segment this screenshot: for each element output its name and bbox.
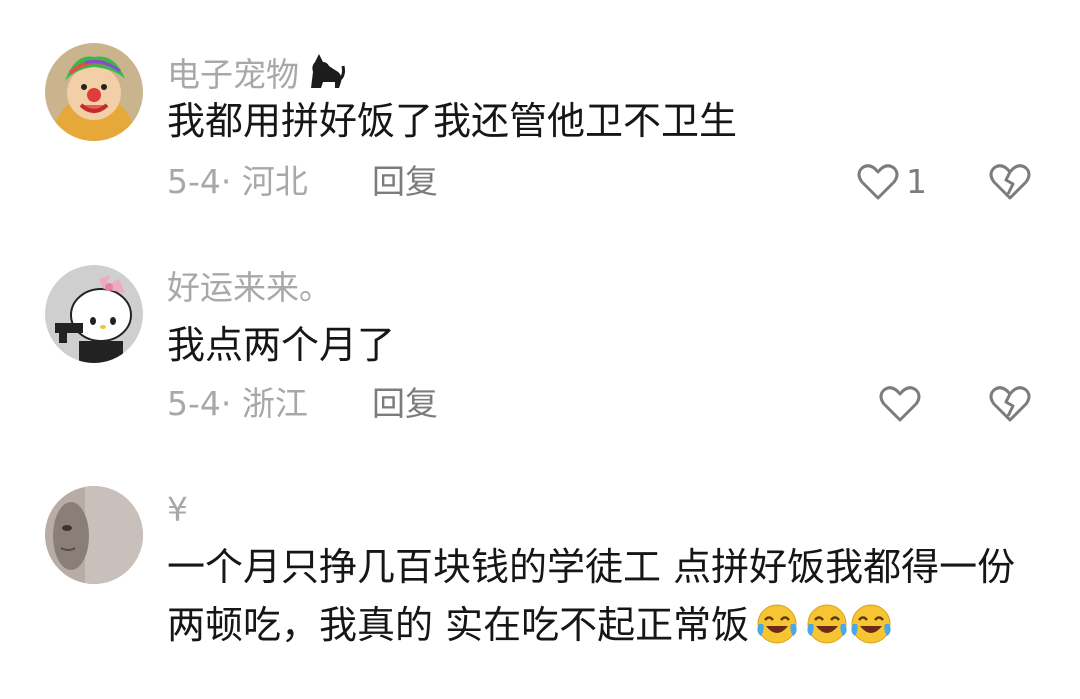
- username[interactable]: 好运来来。: [167, 268, 332, 308]
- reply-button[interactable]: 回复: [372, 162, 438, 202]
- broken-heart-icon[interactable]: [988, 160, 1032, 204]
- username[interactable]: 电子宠物: [167, 48, 347, 95]
- broken-heart-icon[interactable]: [988, 382, 1032, 426]
- heart-icon[interactable]: [878, 382, 922, 426]
- laughing-crying-icon: [807, 604, 847, 644]
- username[interactable]: ¥: [167, 490, 188, 530]
- username-text: 电子宠物: [167, 55, 299, 94]
- date-location: 5-4· 浙江: [167, 384, 308, 423]
- avatar[interactable]: [45, 43, 143, 141]
- comment-text: 我都用拼好饭了我还管他卫不卫生: [167, 99, 738, 143]
- comment-text: 一个月只挣几百块钱的学徒工 点拼好饭我都得一份两顿吃，我真的 实在吃不起正常饭: [167, 538, 1027, 654]
- avatar[interactable]: [45, 265, 143, 363]
- laughing-crying-icon: [757, 604, 797, 644]
- heart-icon[interactable]: [856, 160, 900, 204]
- black-cat-icon: [311, 54, 345, 88]
- comment-text: 我点两个月了: [167, 323, 396, 367]
- avatar[interactable]: [45, 486, 143, 584]
- reply-button[interactable]: 回复: [372, 384, 438, 424]
- laughing-crying-icon: [851, 604, 891, 644]
- like-count: 1: [906, 162, 927, 201]
- date-location: 5-4· 河北: [167, 162, 308, 201]
